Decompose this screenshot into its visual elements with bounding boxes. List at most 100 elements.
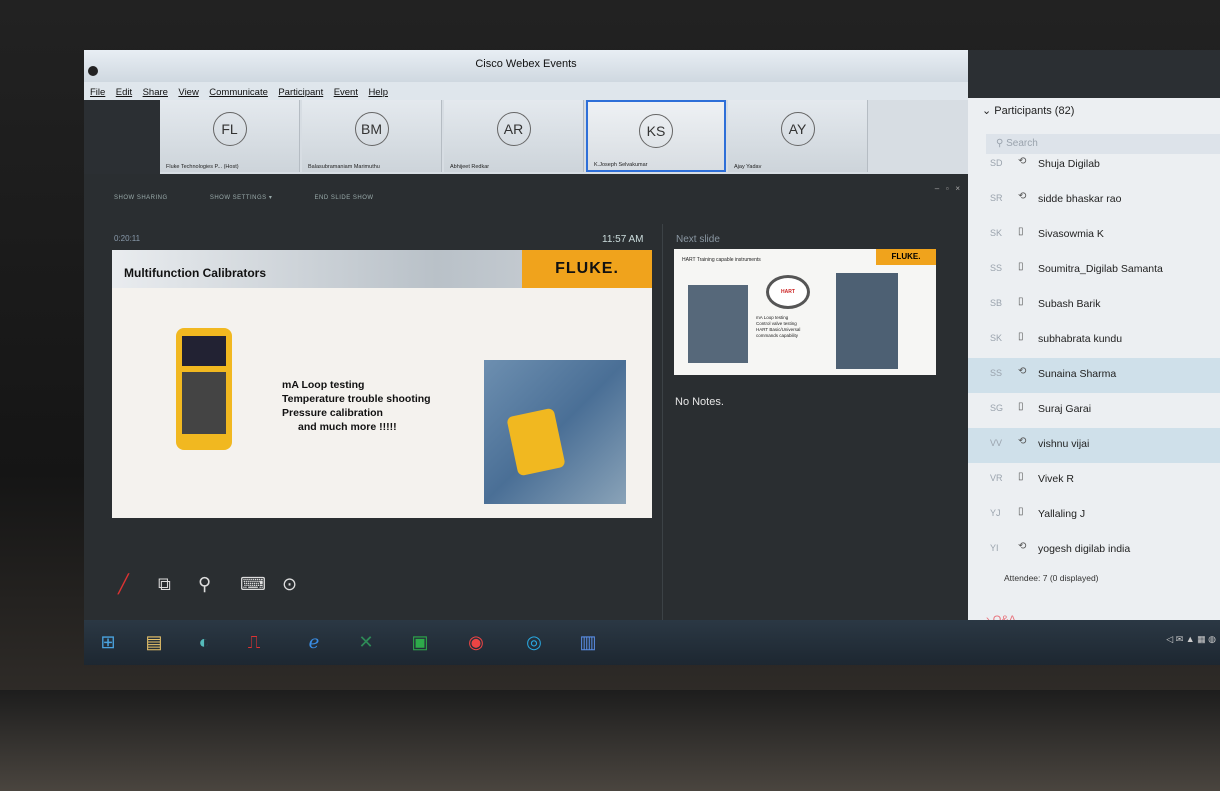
- word-icon[interactable]: ▥: [568, 626, 608, 658]
- bullet: and much more !!!!!: [298, 421, 397, 433]
- store-icon[interactable]: ▣: [400, 626, 440, 658]
- list-item[interactable]: SB ▯ Subash Barik: [968, 288, 1220, 323]
- file-explorer-icon[interactable]: ▤: [134, 626, 174, 658]
- menu-bar: File Edit Share View Communicate Partici…: [84, 82, 968, 100]
- next-slide-heading: HART Training capable instruments: [682, 257, 761, 263]
- menu-help[interactable]: Help: [368, 87, 388, 98]
- pen-icon[interactable]: ╱: [118, 574, 129, 595]
- bullet: Pressure calibration: [282, 407, 383, 419]
- show-sharing-button[interactable]: SHOW SHARING: [114, 195, 168, 201]
- audio-icon: ⟲: [1018, 541, 1027, 552]
- avatar: KS: [639, 114, 673, 148]
- layout-icon[interactable]: ⧉: [158, 574, 171, 595]
- avatar: AR: [496, 112, 531, 146]
- title-bar: Cisco Webex Events: [84, 50, 968, 82]
- show-settings-button[interactable]: SHOW SETTINGS ▾: [210, 195, 273, 201]
- internet-explorer-icon[interactable]: ℯ: [294, 626, 334, 658]
- divider: [662, 224, 663, 644]
- avatar: FL: [212, 112, 247, 146]
- thumb-name: Fluke Technologies P... (Host): [166, 164, 239, 170]
- phone-icon: ▯: [1018, 331, 1024, 342]
- more-options-icon[interactable]: ⊙: [282, 574, 297, 595]
- menu-event[interactable]: Event: [334, 87, 358, 98]
- phone-icon: ▯: [1018, 226, 1024, 237]
- windows-taskbar: ⊞ ▤ ◐ ⎍ ℯ ✕ ▣ ◉ ◎ ▥ ◁ ✉ ▲ ▦ ◍: [84, 620, 1220, 665]
- pdf-reader-icon[interactable]: ⎍: [234, 626, 274, 658]
- phone-icon: ▯: [1018, 296, 1024, 307]
- video-thumb-active[interactable]: KS K.Joseph Selvakumar: [586, 100, 726, 172]
- video-thumb[interactable]: BM Balasubramaniam Marimuthu: [302, 100, 442, 172]
- fluke-logo: FLUKE.: [522, 250, 652, 288]
- webex-window: Cisco Webex Events File Edit Share View …: [84, 50, 1220, 665]
- list-item[interactable]: SD ⟲ Shuja Digilab: [968, 148, 1220, 183]
- list-item[interactable]: SK ▯ Sivasowmia K: [968, 218, 1220, 253]
- preview-image: [836, 273, 898, 369]
- audio-icon: ⟲: [1018, 156, 1027, 167]
- clock: 11:57 AM: [602, 234, 644, 245]
- video-thumb[interactable]: FL Fluke Technologies P... (Host): [160, 100, 300, 172]
- phone-icon: ▯: [1018, 506, 1024, 517]
- participants-panel: ⌄ Participants (82) ⚲ Search SD ⟲ Shuja Di…: [968, 98, 1220, 665]
- audio-icon: ⟲: [1018, 191, 1027, 202]
- calibrator-image: [176, 328, 232, 450]
- chrome-icon[interactable]: ◉: [456, 626, 496, 658]
- zoom-icon[interactable]: ⚲: [198, 574, 211, 595]
- app-icon[interactable]: ◐: [184, 626, 224, 658]
- elapsed-timer: 0:20:11: [114, 234, 141, 243]
- window-title: Cisco Webex Events: [475, 58, 577, 70]
- audio-icon: ⟲: [1018, 436, 1027, 447]
- share-screen-icon[interactable]: ⌨: [240, 574, 266, 595]
- phone-icon: ▯: [1018, 261, 1024, 272]
- bullet: mA Loop testing: [282, 379, 365, 391]
- excel-icon[interactable]: ✕: [346, 626, 386, 658]
- bullet: Temperature trouble shooting: [282, 393, 431, 405]
- video-thumb[interactable]: AR Abhijeet Redkar: [444, 100, 584, 172]
- audio-icon: ⟲: [1018, 366, 1027, 377]
- list-item[interactable]: SG ▯ Suraj Garai: [968, 393, 1220, 428]
- fluke-logo: FLUKE.: [876, 249, 936, 265]
- slide-bullets: mA Loop testing Temperature trouble shoo…: [282, 378, 431, 434]
- list-item-highlighted[interactable]: SS ⟲ Sunaina Sharma: [968, 358, 1220, 393]
- attendee-summary[interactable]: Attendee: 7 (0 displayed): [1004, 573, 1099, 583]
- menu-edit[interactable]: Edit: [116, 87, 132, 98]
- participants-header[interactable]: ⌄ Participants (82): [982, 104, 1074, 117]
- menu-file[interactable]: File: [90, 87, 105, 98]
- slide-title: Multifunction Calibrators: [124, 266, 266, 280]
- list-item[interactable]: VR ▯ Vivek R: [968, 463, 1220, 498]
- end-slide-show-button[interactable]: END SLIDE SHOW: [315, 195, 374, 201]
- participant-video-strip: FL Fluke Technologies P... (Host) BM Bal…: [160, 100, 977, 186]
- current-slide: Multifunction Calibrators FLUKE. mA Loop…: [112, 250, 652, 518]
- hart-badge: HART: [766, 275, 810, 309]
- list-item[interactable]: YI ⟲ yogesh digilab india: [968, 533, 1220, 568]
- next-slide-label: Next slide: [676, 234, 720, 245]
- video-thumb[interactable]: AY Ajay Yadav: [728, 100, 868, 172]
- avatar: AY: [780, 112, 815, 146]
- list-item[interactable]: YJ ▯ Yallaling J: [968, 498, 1220, 533]
- list-item[interactable]: SR ⟲ sidde bhaskar rao: [968, 183, 1220, 218]
- thumb-name: K.Joseph Selvakumar: [594, 162, 648, 168]
- list-item-highlighted[interactable]: VV ⟲ vishnu vijai: [968, 428, 1220, 463]
- window-controls[interactable]: – ▫ ×: [935, 184, 960, 193]
- menu-view[interactable]: View: [178, 87, 198, 98]
- thumb-name: Abhijeet Redkar: [450, 164, 490, 170]
- list-item[interactable]: SS ▯ Soumitra_Digilab Samanta: [968, 253, 1220, 288]
- preview-text: mA Loop testing Control valve testing HA…: [756, 315, 801, 338]
- menu-participant[interactable]: Participant: [278, 87, 323, 98]
- thumb-name: Balasubramaniam Marimuthu: [308, 164, 380, 170]
- preview-image: [688, 285, 748, 363]
- system-tray[interactable]: ◁ ✉ ▲ ▦ ◍: [1166, 634, 1216, 645]
- start-icon[interactable]: ⊞: [88, 626, 128, 658]
- thumb-name: Ajay Yadav: [734, 164, 762, 170]
- menu-communicate[interactable]: Communicate: [209, 87, 268, 98]
- next-slide-preview[interactable]: HART Training capable instruments FLUKE.…: [674, 249, 936, 375]
- field-photo: [484, 360, 626, 504]
- phone-icon: ▯: [1018, 471, 1024, 482]
- phone-icon: ▯: [1018, 401, 1024, 412]
- list-item[interactable]: SK ▯ subhabrata kundu: [968, 323, 1220, 358]
- webex-taskbar-icon[interactable]: ◎: [514, 626, 554, 658]
- avatar: BM: [354, 112, 389, 146]
- menu-share[interactable]: Share: [143, 87, 168, 98]
- speaker-notes: No Notes.: [675, 396, 724, 408]
- presenter-view: SHOW SHARING SHOW SETTINGS ▾ END SLIDE S…: [84, 174, 968, 665]
- presenter-toolbar: SHOW SHARING SHOW SETTINGS ▾ END SLIDE S…: [114, 194, 414, 201]
